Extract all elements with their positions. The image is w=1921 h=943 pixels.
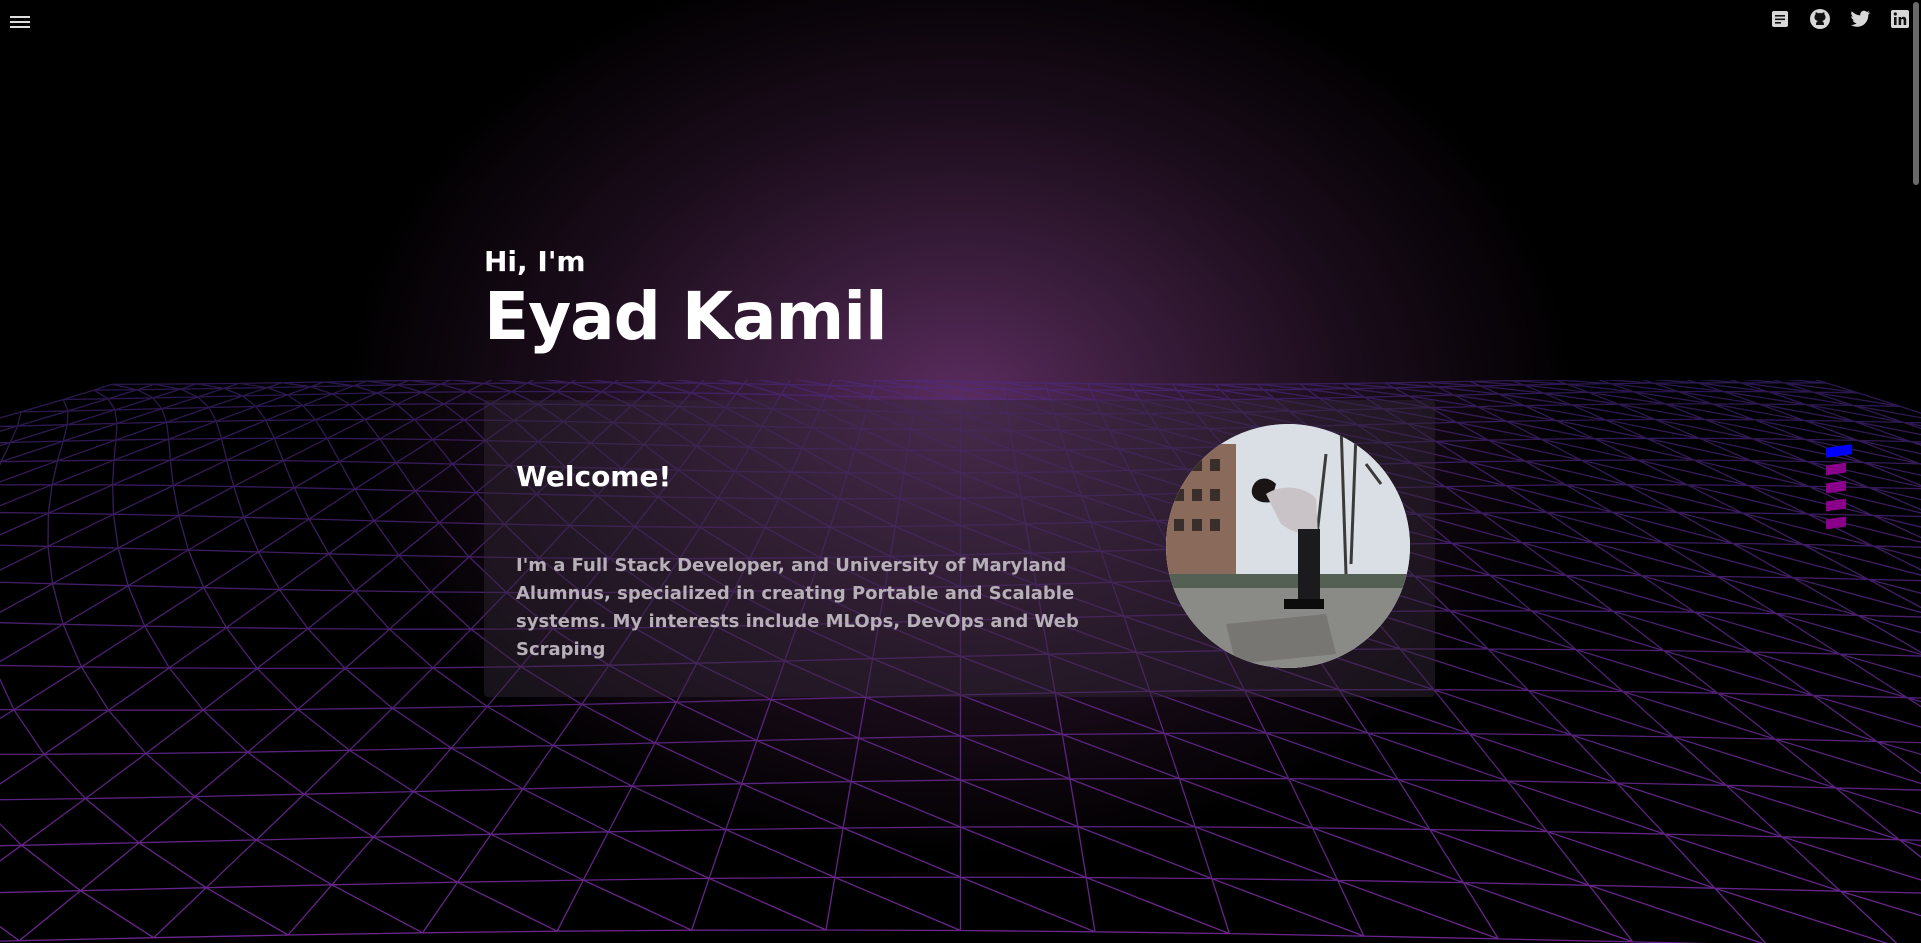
section-nav-item-3[interactable]	[1826, 480, 1846, 494]
hamburger-menu-icon[interactable]	[10, 14, 30, 30]
page: Hi, I'm Eyad Kamil Welcome! I'm a Full S…	[0, 0, 1921, 943]
section-nav-item-2[interactable]	[1826, 462, 1846, 476]
section-nav-item-5[interactable]	[1826, 516, 1846, 530]
github-icon[interactable]	[1809, 8, 1831, 30]
profile-photo	[1166, 424, 1410, 668]
resume-icon[interactable]	[1769, 8, 1791, 30]
card-title: Welcome!	[516, 460, 672, 493]
greeting-text: Hi, I'm	[484, 245, 586, 278]
hero-heading: Hi, I'm Eyad Kamil	[484, 245, 888, 355]
section-navigation	[1826, 444, 1852, 530]
linkedin-icon[interactable]	[1889, 8, 1911, 30]
twitter-icon[interactable]	[1849, 8, 1871, 30]
section-nav-item-1[interactable]	[1826, 444, 1852, 458]
section-nav-item-4[interactable]	[1826, 498, 1846, 512]
welcome-card: Welcome! I'm a Full Stack Developer, and…	[484, 400, 1435, 697]
hero-name: Eyad Kamil	[484, 278, 888, 355]
bio-text: I'm a Full Stack Developer, and Universi…	[516, 555, 1079, 660]
social-links	[1769, 8, 1921, 30]
